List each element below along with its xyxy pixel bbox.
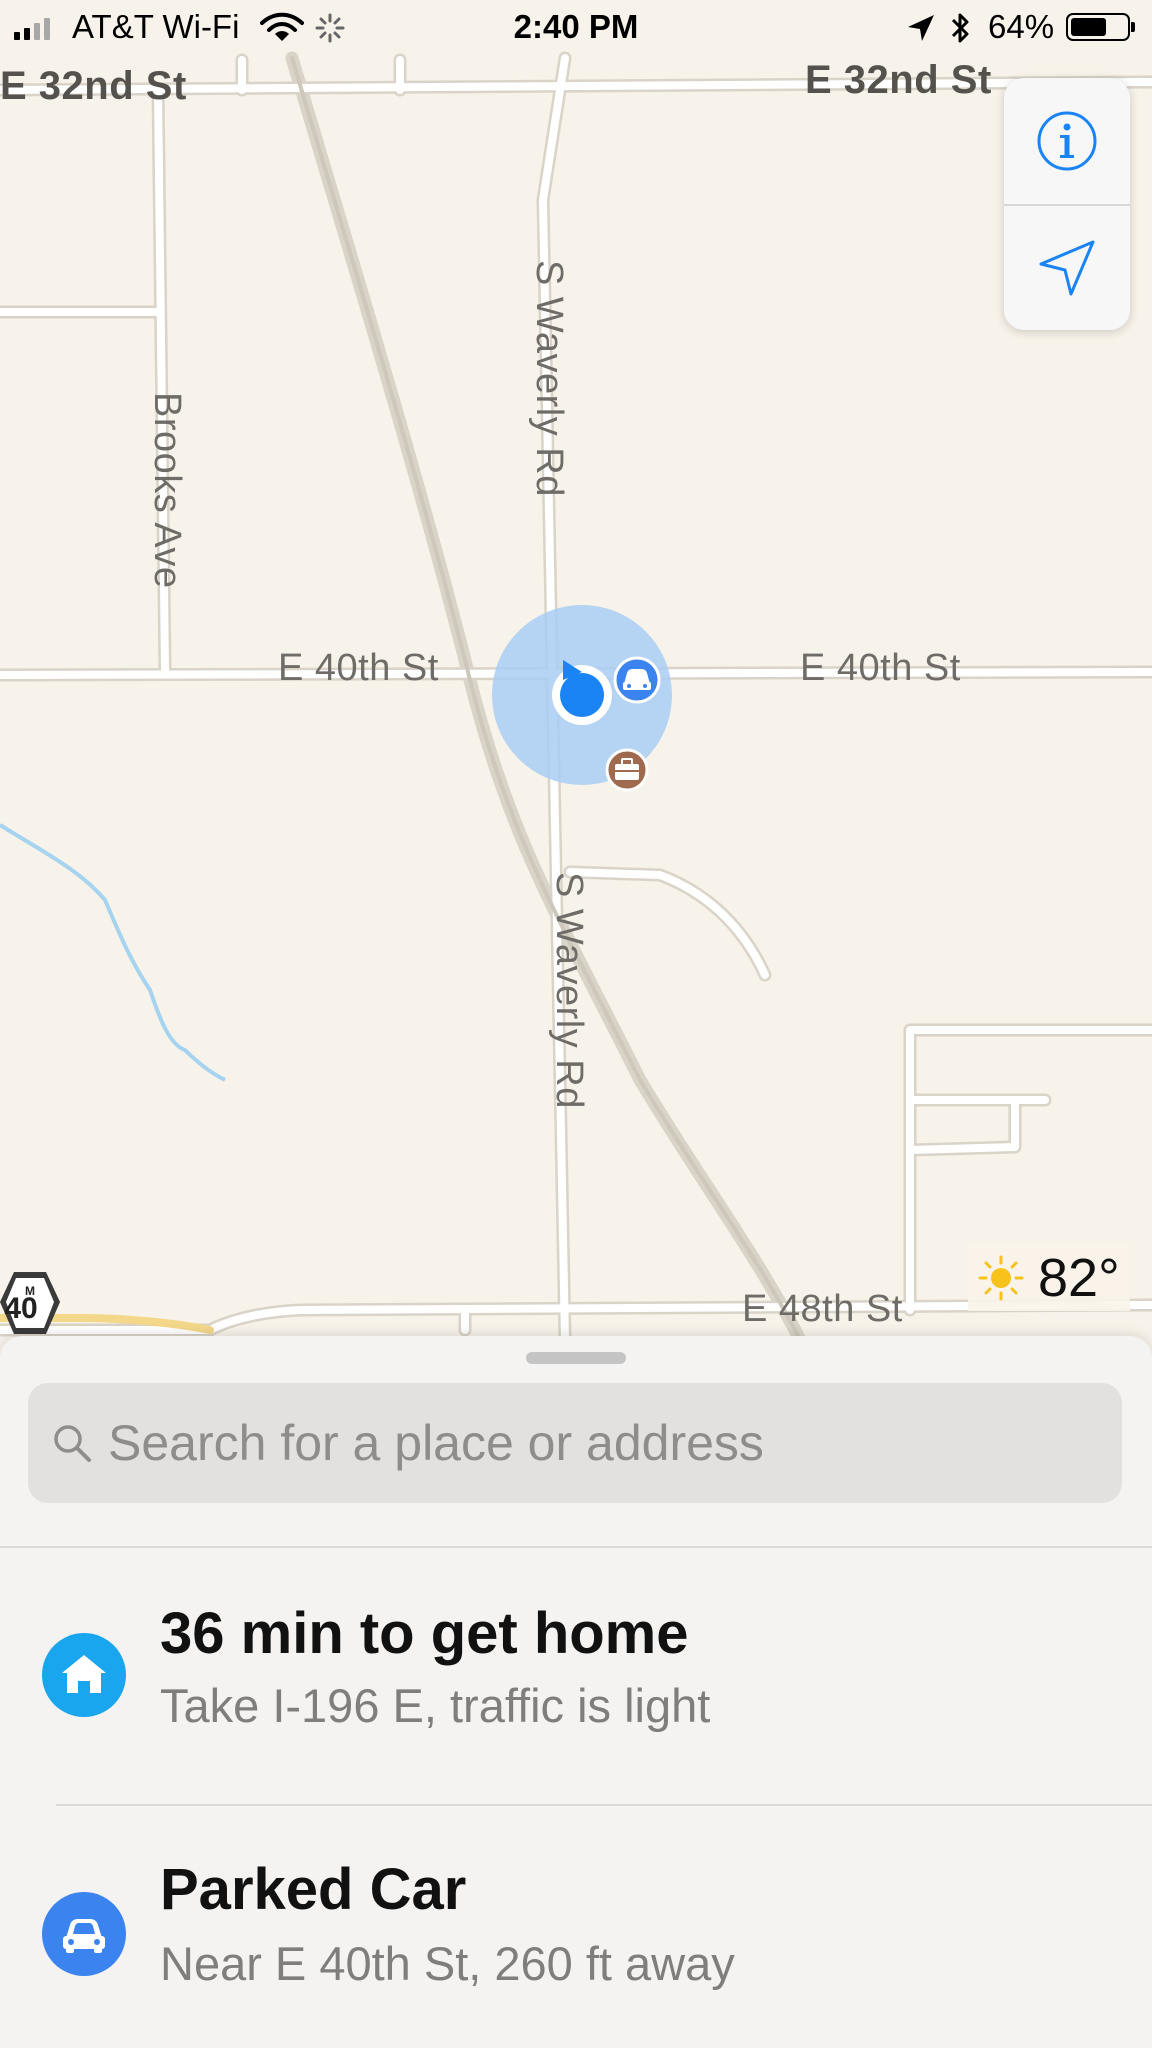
parked-car-marker[interactable] (613, 656, 661, 704)
bluetooth-icon (951, 13, 969, 43)
battery-percent: 64% (988, 8, 1055, 45)
home-icon (42, 1633, 126, 1717)
street-label-e32-left: E 32nd St (0, 64, 187, 108)
status-time: 2:40 PM (513, 8, 639, 45)
street-label-e40-right: E 40th St (800, 647, 961, 689)
street-label-e32-right: E 32nd St (805, 58, 992, 102)
sun-icon (978, 1255, 1024, 1301)
current-location-dot (560, 673, 604, 717)
suggestion-parked-car[interactable]: Parked Car Near E 40th St, 260 ft away (0, 1806, 1152, 2048)
search-input[interactable] (108, 1383, 1088, 1503)
status-bar: AT&T Wi-Fi 2:40 PM 64% (0, 0, 1152, 56)
work-briefcase-marker[interactable] (605, 748, 649, 792)
suggestion-subtitle: Near E 40th St, 260 ft away (160, 1937, 735, 1990)
weather-temperature: 82° (1038, 1248, 1120, 1308)
car-icon (42, 1892, 126, 1976)
search-icon (54, 1425, 91, 1462)
location-arrow-icon (908, 15, 934, 41)
maps-screen: E 32nd St E 32nd St Brooks Ave S Waverly… (0, 0, 1152, 2048)
map-view[interactable]: E 32nd St E 32nd St Brooks Ave S Waverly… (0, 0, 1152, 1340)
street-label-brooks: Brooks Ave (146, 392, 188, 589)
suggestion-home-route[interactable]: 36 min to get home Take I-196 E, traffic… (0, 1548, 1152, 1806)
map-roads (0, 0, 1152, 1340)
bottom-sheet[interactable]: 36 min to get home Take I-196 E, traffic… (0, 1336, 1152, 2048)
map-controls (1004, 78, 1130, 330)
battery-icon (1066, 13, 1130, 41)
route-shield-number: 40 (4, 1292, 38, 1325)
track-location-button[interactable] (1004, 206, 1130, 330)
info-icon (1037, 111, 1097, 171)
home-badge (42, 1633, 126, 1717)
street-label-e48: E 48th St (742, 1288, 903, 1330)
sheet-grabber-handle[interactable] (526, 1352, 626, 1364)
weather-widget: 82° (968, 1245, 1130, 1311)
map-info-button[interactable] (1004, 78, 1130, 204)
search-bar[interactable] (28, 1383, 1122, 1503)
street-label-e40-left: E 40th St (278, 647, 439, 689)
suggestion-title: Parked Car (160, 1857, 467, 1922)
suggestion-subtitle: Take I-196 E, traffic is light (160, 1679, 711, 1732)
location-arrow-outline-icon (1039, 240, 1095, 296)
street-label-waverly-south: S Waverly Rd (548, 872, 590, 1109)
parked-car-badge (42, 1892, 126, 1976)
street-label-waverly-north: S Waverly Rd (528, 260, 570, 497)
suggestion-title: 36 min to get home (160, 1601, 689, 1666)
